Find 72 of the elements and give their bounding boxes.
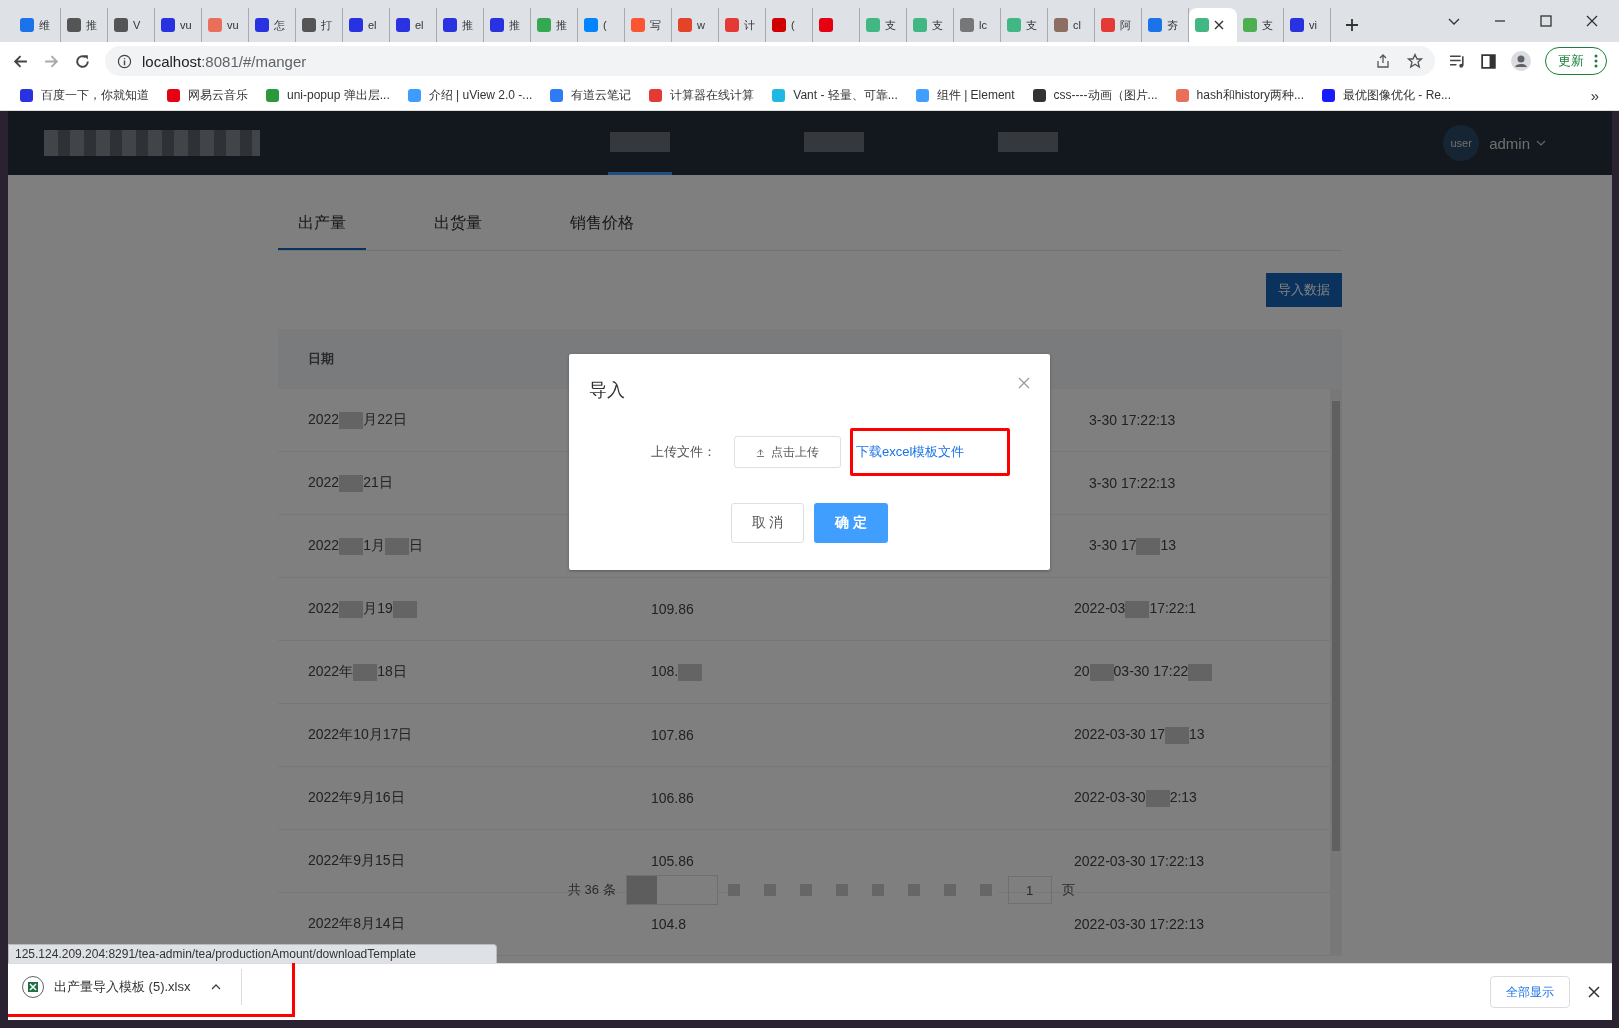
bookmark[interactable]: 计算器在线计算 [649,86,755,104]
more-bookmarks[interactable]: » [1590,86,1599,104]
table-cell: 2022-03-30 17:22:13 [1074,853,1204,869]
star-icon[interactable] [1407,53,1423,69]
download-item[interactable]: 出产量导入模板 (5).xlsx [8,969,242,1005]
cancel-button[interactable]: 取 消 [731,503,804,543]
table-cell: 2022-03-30 17:22:13 [1074,916,1204,932]
table-cell: 3-30 17:22:13 [1089,475,1176,491]
show-all-button[interactable]: 全部显示 [1490,976,1570,1008]
bookmark[interactable]: 介绍 | uView 2.0 -... [407,86,533,104]
table-cell: 2022 1月 日 [308,537,423,553]
bookmark[interactable]: 最优图像优化 - Re... [1322,86,1451,104]
close-icon[interactable] [1588,986,1600,998]
more-icon [1594,54,1598,68]
bookmark[interactable]: 有道云笔记 [550,86,632,104]
table-cell: 2022年9月15日 [308,852,405,868]
dialog-title: 导入 [589,379,625,402]
table-cell: 2022年10月17日 [308,726,413,742]
column-header: 日期 [308,350,334,368]
table-cell: 2022 月19 [308,600,417,616]
bookmark[interactable]: 组件 | Element [915,86,1015,104]
table-cell: 2022年9月16日 [308,789,405,805]
table-cell: 104.8 [651,916,687,932]
reload-icon[interactable] [74,52,91,70]
bookmark[interactable]: hash和history两种... [1175,86,1304,104]
table-cell: 105.86 [651,853,694,869]
table-cell: 2022-03-30 17 13 [1074,726,1205,743]
share-icon[interactable] [1375,53,1391,69]
user-menu[interactable]: admin [1489,134,1546,152]
table-cell: 2022年8月14日 [308,915,405,931]
page-tab[interactable]: 出产量 [278,201,366,250]
close-icon[interactable] [1214,20,1224,30]
page-suffix: 页 [1061,881,1075,899]
bookmark[interactable]: Vant - 轻量、可靠... [772,86,898,104]
field-label: 上传文件： [651,443,716,461]
table-cell: 106.86 [651,790,694,806]
info-icon[interactable] [117,53,132,69]
bookmark[interactable]: 百度一下，你就知道 [20,86,149,104]
media-icon[interactable] [1449,52,1466,70]
table-cell: 3-30 17 13 [1089,537,1177,554]
table-cell: 2022 21日 [308,474,393,490]
table-cell: 3-30 17:22:13 [1089,412,1176,428]
table-cell: 20 03-30 17:22 [1074,663,1213,680]
caret-icon[interactable] [210,984,221,990]
upload-icon [756,447,765,457]
page-input[interactable]: 1 [1007,876,1052,904]
plus-icon[interactable] [1345,18,1359,32]
page-tab[interactable]: 出货量 [414,201,502,250]
profile-icon[interactable] [1511,51,1531,71]
side-panel-icon[interactable] [1480,52,1497,70]
upload-button[interactable]: 点击上传 [734,436,841,468]
bookmark[interactable]: css----动画（图片... [1032,86,1158,104]
maximize-icon[interactable] [1539,14,1553,28]
table-cell: 108. [651,663,703,680]
bookmark[interactable]: uni-popup 弹出层... [266,86,390,104]
table-cell: 2022-03 17:22:1 [1074,600,1197,617]
template-link[interactable]: 下载excel模板文件 [856,443,965,461]
table-cell: 2022-03-30 2:13 [1074,789,1197,806]
address-bar[interactable]: localhost:8081/#/manger [105,46,1435,76]
spreadsheet-icon [22,976,44,998]
update-button[interactable]: 更新 [1545,47,1607,75]
page-tab[interactable]: 销售价格 [550,201,654,250]
total-count: 共 36 条 [568,881,616,899]
table-cell: 2022年 18日 [308,663,407,679]
status-url: 125.124.209.204:8291/tea-admin/tea/productionAmount/downloadTemplate [8,944,497,963]
table-cell: 109.86 [651,601,694,617]
scrollbar[interactable] [1330,389,1342,956]
caret-icon [1536,140,1546,146]
table-cell: 107.86 [651,727,694,743]
bookmark[interactable]: 网易云音乐 [167,86,248,104]
table-cell: 2022 月22日 [308,411,407,427]
close-icon[interactable] [1585,14,1599,28]
